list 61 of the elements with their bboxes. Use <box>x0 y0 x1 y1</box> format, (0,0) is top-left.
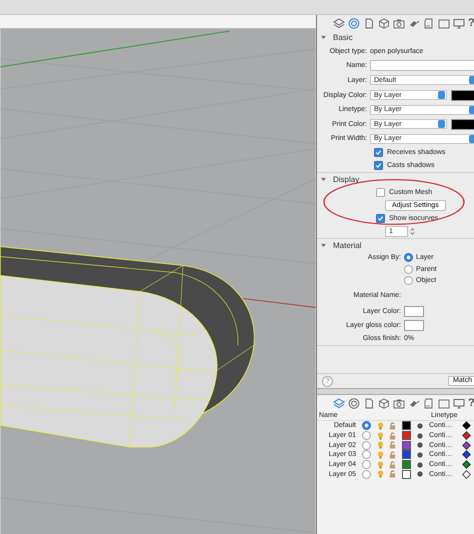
color-swatch[interactable] <box>404 306 424 318</box>
help-tab[interactable]: ? <box>468 18 474 28</box>
radio-button[interactable] <box>362 431 371 440</box>
color-swatch[interactable] <box>402 470 411 479</box>
checkbox[interactable] <box>376 188 385 198</box>
stepper-icon[interactable] <box>410 227 415 236</box>
help-tab[interactable]: ? <box>468 398 474 408</box>
frame-icon[interactable] <box>438 398 450 408</box>
section-title[interactable]: Material <box>333 241 362 250</box>
target-icon[interactable] <box>348 398 360 408</box>
lock-icon[interactable] <box>389 422 396 430</box>
lock-icon[interactable] <box>389 450 396 459</box>
lightbulb-icon[interactable] <box>377 450 384 459</box>
radio-button[interactable] <box>362 440 371 450</box>
checkbox[interactable] <box>374 148 383 158</box>
color-swatch[interactable] <box>402 421 411 430</box>
lock-icon[interactable] <box>389 470 396 478</box>
disclosure-triangle-icon[interactable] <box>321 177 326 182</box>
color-swatch[interactable] <box>451 90 474 101</box>
checkbox[interactable] <box>374 161 383 170</box>
page-icon[interactable] <box>363 18 375 28</box>
color-swatch[interactable] <box>451 118 474 130</box>
monitor-icon[interactable] <box>453 18 465 28</box>
color-swatch[interactable] <box>402 440 411 450</box>
cube-icon[interactable] <box>378 18 390 28</box>
color-swatch[interactable] <box>402 460 411 470</box>
frame-icon[interactable] <box>438 18 450 28</box>
radio-button[interactable] <box>362 450 371 460</box>
clipboard-icon[interactable] <box>423 398 435 408</box>
lightbulb-icon[interactable] <box>377 422 384 430</box>
checkbox[interactable] <box>376 214 385 224</box>
radio-button[interactable] <box>362 421 371 430</box>
cube-icon[interactable] <box>378 398 390 408</box>
lock-icon[interactable] <box>389 441 396 450</box>
radio-button[interactable] <box>404 253 413 262</box>
layers-icon[interactable] <box>333 18 345 28</box>
input-field[interactable] <box>370 60 474 72</box>
page-icon[interactable] <box>363 398 375 408</box>
layers-icon[interactable] <box>333 398 345 408</box>
section-title[interactable]: Display <box>333 175 360 184</box>
target-icon[interactable] <box>348 18 360 28</box>
lightbulb-icon[interactable] <box>377 432 384 440</box>
radio-button[interactable] <box>404 264 413 274</box>
camera-icon[interactable] <box>393 398 405 408</box>
radio-button[interactable] <box>404 276 413 286</box>
lightbulb-icon[interactable] <box>377 441 384 450</box>
disclosure-triangle-icon[interactable] <box>321 243 326 248</box>
camera-icon[interactable] <box>393 18 405 28</box>
color-swatch[interactable] <box>402 450 411 460</box>
radio-button[interactable] <box>362 460 371 470</box>
color-swatch[interactable] <box>402 431 411 440</box>
section-title[interactable]: Basic <box>333 33 353 42</box>
disclosure-triangle-icon[interactable] <box>321 35 326 40</box>
lock-icon[interactable] <box>389 432 396 440</box>
monitor-icon[interactable] <box>453 398 465 408</box>
radio-button[interactable] <box>362 470 371 479</box>
lightbulb-icon[interactable] <box>377 470 384 478</box>
lock-icon[interactable] <box>389 460 396 469</box>
lightbulb-icon[interactable] <box>377 460 384 469</box>
clipboard-icon[interactable] <box>423 18 435 28</box>
color-swatch[interactable] <box>404 320 424 332</box>
